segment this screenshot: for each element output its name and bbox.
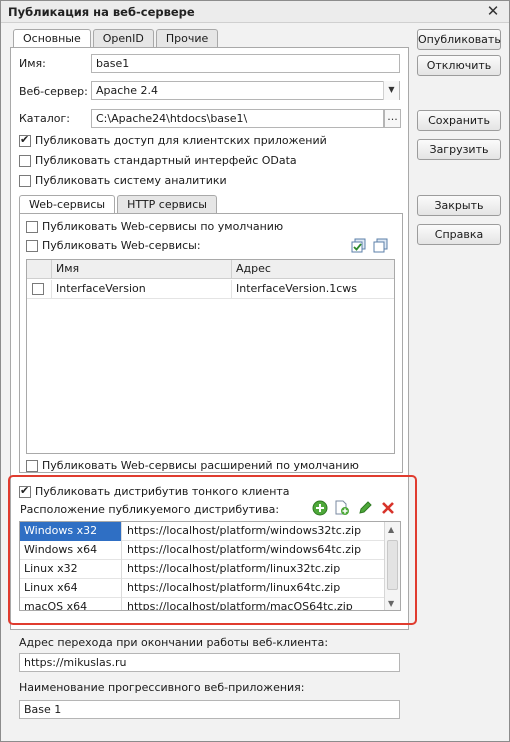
dist-url-cell: https://localhost/platform/windows32tc.z… [127, 524, 362, 537]
header-check-col [27, 260, 51, 279]
check-ws-default[interactable]: Публиковать Web-сервисы по умолчанию [26, 220, 283, 233]
dist-os-cell: macOS x64 [20, 598, 122, 610]
checkbox[interactable] [19, 154, 31, 167]
dist-url-cell: https://localhost/platform/linux64tc.zip [127, 581, 341, 594]
check-ws-default-label: Публиковать Web-сервисы по умолчанию [42, 220, 284, 233]
redirect-label: Адрес перехода при окончании работы веб-… [19, 636, 329, 649]
pwa-name-field[interactable]: Base 1 [19, 700, 400, 719]
server-select[interactable]: Apache 2.4 [91, 81, 400, 100]
help-button[interactable]: Справка [417, 224, 501, 245]
redirect-field[interactable]: https://mikuslas.ru [19, 653, 400, 672]
checkbox[interactable] [26, 239, 38, 252]
check-analytics-label: Публиковать систему аналитики [35, 174, 227, 187]
list-item[interactable]: macOS x64 https://localhost/platform/mac… [20, 598, 385, 611]
chevron-down-icon[interactable]: ▼ [383, 81, 399, 100]
browse-button[interactable]: ... [384, 109, 401, 128]
list-item[interactable]: Linux x64 https://localhost/platform/lin… [20, 579, 385, 598]
tab-main[interactable]: Основные [13, 29, 91, 48]
ws-address-cell: InterfaceVersion.1cws [231, 280, 394, 299]
service-tabs: Web-сервисы HTTP сервисы [19, 195, 219, 214]
distribution-list: Windows x32 https://localhost/platform/w… [19, 521, 401, 611]
server-value: Apache 2.4 [96, 84, 159, 97]
distribution-location-label: Расположение публикуемого дистрибутива: [20, 503, 280, 516]
dist-os-cell: Linux x64 [20, 579, 122, 598]
delete-icon[interactable] [380, 500, 396, 516]
header-name[interactable]: Имя [51, 260, 231, 279]
scroll-down-icon[interactable]: ▼ [388, 599, 394, 608]
list-item[interactable]: Windows x32 https://localhost/platform/w… [20, 522, 385, 541]
check-client-access[interactable]: Публиковать доступ для клиентских прилож… [19, 133, 327, 147]
catalog-field[interactable]: C:\Apache24\htdocs\base1\ [91, 109, 384, 128]
uncheck-all-icon[interactable] [373, 238, 389, 254]
check-thin-client[interactable]: Публиковать дистрибутив тонкого клиента [19, 484, 290, 498]
scroll-up-icon[interactable]: ▲ [388, 525, 394, 534]
window-title: Публикация на веб-сервере [8, 5, 195, 19]
publish-button[interactable]: Опубликовать [417, 29, 501, 50]
disable-button[interactable]: Отключить [417, 55, 501, 76]
dist-url-cell: https://localhost/platform/linux32tc.zip [127, 562, 341, 575]
publish-dialog: Публикация на веб-сервере ✕ Основные Ope… [0, 0, 510, 742]
table-row[interactable]: InterfaceVersion InterfaceVersion.1cws [27, 280, 394, 299]
check-ws-extensions-label: Публиковать Web-сервисы расширений по ум… [42, 459, 359, 472]
server-label: Веб-сервер: [19, 85, 88, 98]
scrollbar[interactable]: ▲ ▼ [384, 522, 400, 610]
close-icon[interactable]: ✕ [485, 3, 501, 19]
edit-icon[interactable] [357, 500, 373, 516]
copy-add-icon[interactable] [334, 500, 350, 516]
dist-os-cell: Windows x64 [20, 541, 122, 560]
dist-url-cell: https://localhost/platform/windows64tc.z… [127, 543, 362, 556]
tab-other[interactable]: Прочие [155, 29, 219, 47]
save-button[interactable]: Сохранить [417, 110, 501, 131]
checkbox[interactable] [26, 220, 38, 233]
check-ws-extensions[interactable]: Публиковать Web-сервисы расширений по ум… [26, 459, 359, 472]
check-client-access-label: Публиковать доступ для клиентских прилож… [35, 134, 327, 147]
check-odata-label: Публиковать стандартный интерфейс OData [35, 154, 297, 167]
dist-os-cell: Linux x32 [20, 560, 122, 579]
check-ws-publish-label: Публиковать Web-сервисы: [42, 239, 201, 252]
check-odata[interactable]: Публиковать стандартный интерфейс OData [19, 154, 297, 167]
check-thin-client-label: Публиковать дистрибутив тонкого клиента [35, 485, 290, 498]
tab-http-services[interactable]: HTTP сервисы [117, 195, 217, 213]
load-button[interactable]: Загрузить [417, 139, 501, 160]
web-services-table: Имя Адрес InterfaceVersion InterfaceVers… [26, 259, 395, 454]
name-label: Имя: [19, 57, 46, 70]
checkbox[interactable] [32, 283, 44, 295]
list-item[interactable]: Windows x64 https://localhost/platform/w… [20, 541, 385, 560]
checkbox[interactable] [19, 133, 31, 147]
check-analytics[interactable]: Публиковать систему аналитики [19, 174, 227, 187]
dist-url-cell: https://localhost/platform/macOS64tc.zip [127, 600, 353, 611]
check-ws-publish[interactable]: Публиковать Web-сервисы: [26, 239, 201, 252]
add-icon[interactable] [312, 500, 328, 516]
check-all-icon[interactable] [351, 238, 367, 254]
tab-web-services[interactable]: Web-сервисы [19, 195, 116, 214]
tab-openid[interactable]: OpenID [92, 29, 154, 47]
list-item[interactable]: Linux x32 https://localhost/platform/lin… [20, 560, 385, 579]
checkbox[interactable] [19, 174, 31, 187]
pwa-label: Наименование прогрессивного веб-приложен… [19, 681, 305, 694]
title-bar: Публикация на веб-сервере ✕ [1, 1, 509, 23]
name-field[interactable]: base1 [91, 54, 400, 73]
header-address[interactable]: Адрес [231, 260, 394, 279]
table-header: Имя Адрес [27, 260, 394, 279]
row-checkbox-cell[interactable] [27, 280, 51, 299]
dist-os-cell: Windows x32 [20, 522, 122, 541]
checkbox[interactable] [26, 459, 38, 472]
ws-name-cell: InterfaceVersion [51, 280, 231, 299]
main-tabs: Основные OpenID Прочие [13, 29, 220, 48]
scroll-thumb[interactable] [387, 540, 398, 590]
catalog-label: Каталог: [19, 112, 70, 125]
checkbox[interactable] [19, 484, 31, 498]
close-button[interactable]: Закрыть [417, 195, 501, 216]
